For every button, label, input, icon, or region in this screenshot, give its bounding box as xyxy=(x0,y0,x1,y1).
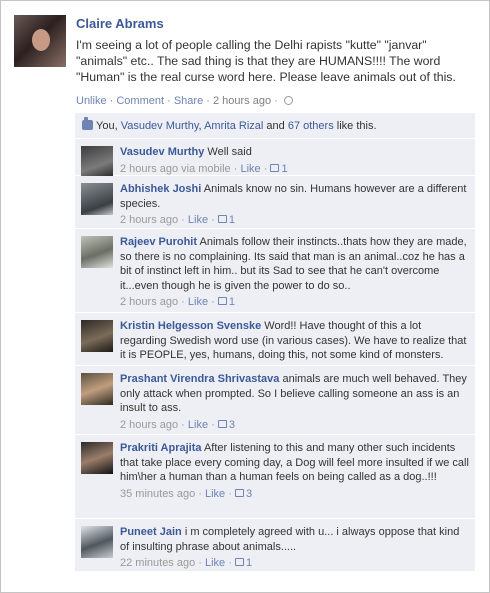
separator: · xyxy=(271,95,281,107)
separator: · xyxy=(164,95,174,107)
likes-you: You, xyxy=(96,120,121,132)
author-avatar[interactable] xyxy=(14,15,66,67)
comment-meta: 2 hours ago · Like · 3 xyxy=(120,418,235,431)
comment-like-count[interactable]: 3 xyxy=(234,487,253,500)
comment-like-count[interactable]: 1 xyxy=(270,162,288,175)
thumbs-up-icon xyxy=(217,419,227,428)
commenter-name[interactable]: Puneet Jain xyxy=(120,526,182,538)
comment-timestamp[interactable]: 2 hours ago via mobile xyxy=(120,163,231,175)
likes-others-link[interactable]: 67 others xyxy=(288,120,334,132)
comment-like-link[interactable]: Like xyxy=(240,163,260,175)
comment-meta: 22 minutes ago · Like · 1 xyxy=(120,557,253,569)
commenter-name[interactable]: Prashant Virendra Shrivastava xyxy=(120,373,279,385)
likes-and: and xyxy=(263,120,288,132)
globe-icon xyxy=(283,96,293,105)
thumbs-up-icon xyxy=(217,215,227,223)
comment-link[interactable]: Comment xyxy=(116,95,164,107)
comment-like-link[interactable]: Like xyxy=(188,296,208,308)
share-link[interactable]: Share xyxy=(174,95,203,107)
comment-timestamp[interactable]: 2 hours ago xyxy=(120,419,178,431)
thumbs-up-icon xyxy=(234,488,244,497)
comment-timestamp[interactable]: 2 hours ago xyxy=(120,214,178,226)
comment-like-link[interactable]: Like xyxy=(205,488,225,500)
comment-row: Kristin Helgesson Svenske Word!! Have th… xyxy=(75,313,475,378)
comment-like-count[interactable]: 1 xyxy=(217,214,235,226)
comment-like-link[interactable]: Like xyxy=(205,557,225,569)
like-count-value: 3 xyxy=(228,418,235,431)
post-text: I'm seeing a lot of people calling the D… xyxy=(76,38,456,84)
comment-text: Well said xyxy=(207,146,252,158)
comment-body: Abhishek Joshi Animals know no sin. Huma… xyxy=(120,182,470,228)
thumbs-up-icon xyxy=(270,163,280,172)
comment-body: Prakriti Aprajita After listening to thi… xyxy=(120,441,470,501)
comment-like-count[interactable]: 1 xyxy=(217,296,235,308)
comment-like-link[interactable]: Like xyxy=(188,419,208,431)
commenter-avatar[interactable] xyxy=(81,442,113,474)
comment-row: Vasudev Murthy Well said 2 hours ago via … xyxy=(75,139,475,178)
commenter-name[interactable]: Rajeev Purohit xyxy=(120,236,197,248)
commenter-avatar[interactable] xyxy=(81,146,113,178)
comments-list: Vasudev Murthy Well said 2 hours ago via … xyxy=(75,139,475,572)
avatar-face xyxy=(32,29,50,51)
commenter-avatar[interactable] xyxy=(81,183,113,215)
comment-like-link[interactable]: Like xyxy=(188,214,208,226)
comment-row: Abhishek Joshi Animals know no sin. Huma… xyxy=(75,176,475,229)
thumbs-up-icon xyxy=(217,297,227,305)
liker-link[interactable]: Vasudev Murthy xyxy=(121,120,199,132)
comment-timestamp[interactable]: 22 minutes ago xyxy=(120,557,195,569)
unlike-link[interactable]: Unlike xyxy=(76,95,107,107)
post-timestamp[interactable]: 2 hours ago xyxy=(213,95,271,107)
like-count-value: 1 xyxy=(228,214,235,226)
commenter-name[interactable]: Vasudev Murthy xyxy=(120,146,204,158)
thumbs-up-icon xyxy=(82,117,93,130)
thumbs-up-icon xyxy=(234,558,244,566)
comment-body: Vasudev Murthy Well said 2 hours ago via … xyxy=(120,145,470,176)
liker-link[interactable]: Amrita Rizal xyxy=(204,120,263,132)
comment-timestamp[interactable]: 2 hours ago xyxy=(120,296,178,308)
post-actions: Unlike · Comment · Share · 2 hours ago · xyxy=(76,95,293,107)
likes-summary: You, Vasudev Murthy, Amrita Rizal and 67… xyxy=(75,113,475,139)
comments-feed: You, Vasudev Murthy, Amrita Rizal and 67… xyxy=(75,113,475,572)
comment-timestamp[interactable]: 35 minutes ago xyxy=(120,488,195,500)
commenter-avatar[interactable] xyxy=(81,236,113,268)
like-count-value: 1 xyxy=(228,296,235,308)
commenter-avatar[interactable] xyxy=(81,526,113,558)
comment-meta: 2 hours ago · Like · 1 xyxy=(120,296,235,308)
commenter-avatar[interactable] xyxy=(81,373,113,405)
commenter-name[interactable]: Prakriti Aprajita xyxy=(120,442,202,454)
comment-body: Prashant Virendra Shrivastava animals ar… xyxy=(120,372,470,432)
post-container: Claire Abrams I'm seeing a lot of people… xyxy=(0,0,490,593)
comment-meta: 2 hours ago · Like · 1 xyxy=(120,214,235,226)
comment-row: Rajeev Purohit Animals follow their inst… xyxy=(75,229,475,313)
commenter-avatar[interactable] xyxy=(81,320,113,352)
like-count-value: 3 xyxy=(245,487,253,500)
comment-row: Puneet Jain i m completely agreed with u… xyxy=(75,519,475,572)
comment-like-count[interactable]: 1 xyxy=(234,557,253,569)
commenter-name[interactable]: Kristin Helgesson Svenske xyxy=(120,320,261,332)
comment-body: Puneet Jain i m completely agreed with u… xyxy=(120,525,470,571)
comment-meta: 35 minutes ago · Like · 3 xyxy=(120,487,253,500)
commenter-name[interactable]: Abhishek Joshi xyxy=(120,183,201,195)
likes-tail: like this. xyxy=(333,120,377,132)
comment-like-count[interactable]: 3 xyxy=(217,418,235,431)
like-count-value: 1 xyxy=(245,557,253,569)
comment-body: Rajeev Purohit Animals follow their inst… xyxy=(120,235,470,310)
comment-row: Prashant Virendra Shrivastava animals ar… xyxy=(75,366,475,435)
comment-row: Prakriti Aprajita After listening to thi… xyxy=(75,435,475,519)
comment-meta: 2 hours ago via mobile · Like · 1 xyxy=(120,162,288,175)
like-count-value: 1 xyxy=(281,162,288,175)
post-author-name[interactable]: Claire Abrams xyxy=(76,16,164,31)
separator: · xyxy=(106,95,117,107)
separator: · xyxy=(203,95,213,107)
